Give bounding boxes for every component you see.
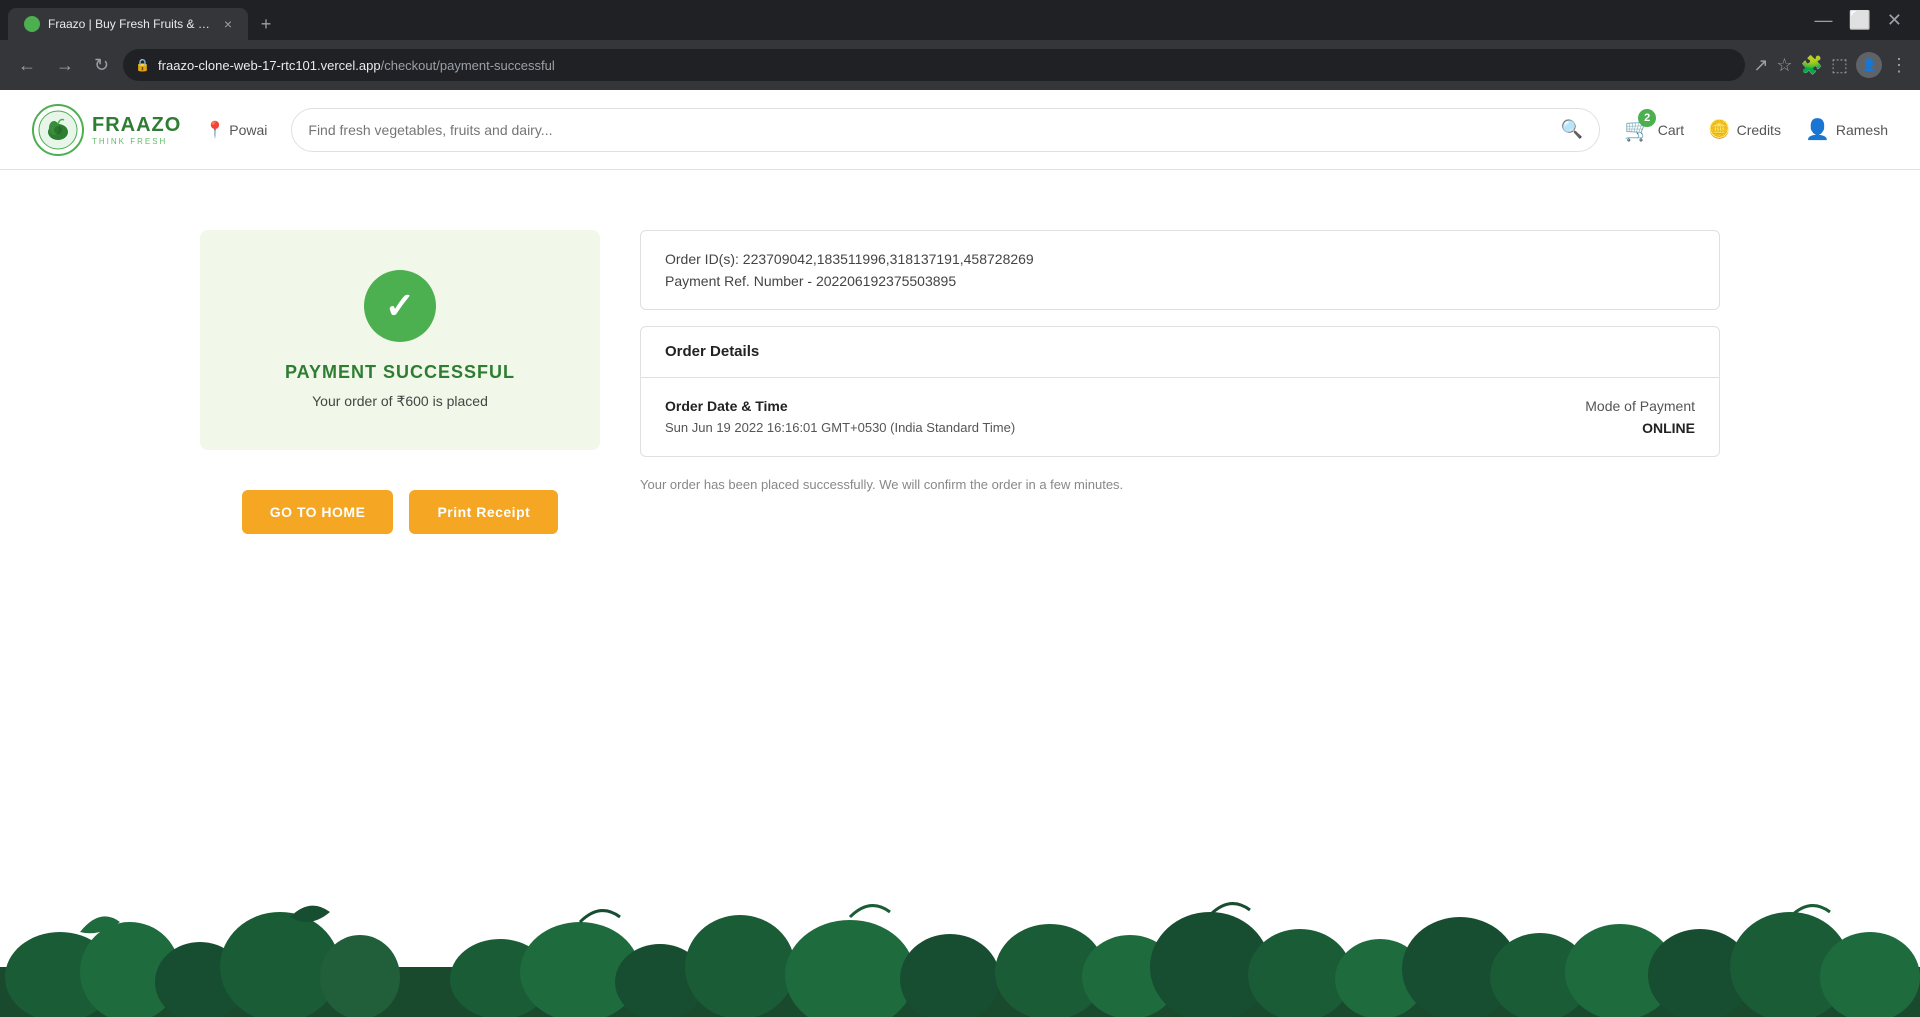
order-id-box: Order ID(s): 223709042,183511996,3181371… (640, 230, 1720, 310)
logo-brand: FRAAZO (92, 114, 181, 137)
logo-text-area: FRAAZO THINK FRESH (92, 114, 181, 146)
veggie-footer-svg (0, 887, 1920, 1017)
url-text: fraazo-clone-web-17-rtc101.vercel.app/ch… (158, 58, 555, 73)
new-tab-button[interactable]: + (252, 10, 280, 38)
user-icon: 👤 (1805, 117, 1830, 142)
order-confirmation-text: Your order has been placed successfully.… (640, 473, 1720, 496)
window-controls: — ⬜ ✕ (1808, 8, 1908, 33)
payment-success-subtitle: Your order of ₹600 is placed (312, 393, 488, 410)
order-details-header-text: Order Details (665, 343, 759, 360)
veggie-footer (0, 887, 1920, 1017)
window-maximize-button[interactable]: ⬜ (1842, 8, 1876, 33)
search-icon: 🔍 (1561, 119, 1583, 140)
location-icon: 📍 (205, 120, 225, 140)
action-buttons: GO TO HOME Print Receipt (242, 490, 559, 534)
cart-label: Cart (1658, 122, 1684, 138)
search-bar[interactable]: 🔍 (291, 108, 1600, 152)
print-receipt-button[interactable]: Print Receipt (409, 490, 558, 534)
tab-close-icon[interactable]: × (224, 16, 232, 32)
refresh-button[interactable]: ↻ (88, 51, 115, 80)
logo-area: FRAAZO THINK FRESH (32, 104, 181, 156)
browser-tabs-row: Fraazo | Buy Fresh Fruits & Vegita × + —… (0, 0, 1920, 40)
browser-profile-avatar[interactable]: 👤 (1856, 52, 1882, 78)
window-close-button[interactable]: ✕ (1881, 8, 1908, 33)
order-date-value: Sun Jun 19 2022 16:16:01 GMT+0530 (India… (665, 420, 1015, 435)
payment-mode-value: ONLINE (1585, 420, 1695, 436)
payment-ref-text: Payment Ref. Number - 202206192375503895 (665, 273, 1695, 289)
credits-button[interactable]: 🪙 Credits (1708, 119, 1781, 140)
cart-button[interactable]: 2 🛒 Cart (1624, 117, 1684, 143)
logo-circle (32, 104, 84, 156)
credits-icon: 🪙 (1708, 119, 1730, 140)
checkmark-icon: ✓ (385, 285, 415, 327)
search-input[interactable] (308, 122, 1553, 138)
payment-success-title: PAYMENT SUCCESSFUL (285, 362, 515, 383)
go-to-home-button[interactable]: GO TO HOME (242, 490, 394, 534)
nav-actions: 2 🛒 Cart 🪙 Credits 👤 Ramesh (1624, 117, 1888, 143)
success-card: ✓ PAYMENT SUCCESSFUL Your order of ₹600 … (200, 230, 600, 450)
left-section: ✓ PAYMENT SUCCESSFUL Your order of ₹600 … (200, 230, 600, 534)
logo-inner (34, 106, 82, 154)
location-text: Powai (229, 122, 267, 138)
app-wrapper: FRAAZO THINK FRESH 📍 Powai 🔍 2 🛒 Cart 🪙 … (0, 90, 1920, 1017)
payment-mode-section: Mode of Payment ONLINE (1585, 398, 1695, 436)
order-date-section: Order Date & Time Sun Jun 19 2022 16:16:… (665, 398, 1015, 435)
payment-mode-label: Mode of Payment (1585, 398, 1695, 414)
share-icon[interactable]: ↗ (1753, 55, 1768, 76)
sidebar-toggle-icon[interactable]: ⬚ (1831, 55, 1848, 76)
order-id-text: Order ID(s): 223709042,183511996,3181371… (665, 251, 1695, 267)
order-details-header: Order Details (641, 327, 1719, 378)
logo-tagline: THINK FRESH (92, 137, 181, 146)
browser-tab[interactable]: Fraazo | Buy Fresh Fruits & Vegita × (8, 8, 248, 40)
fraazo-logo-svg (38, 110, 78, 150)
order-details-box: Order Details Order Date & Time Sun Jun … (640, 326, 1720, 457)
lock-icon: 🔒 (135, 58, 150, 72)
user-button[interactable]: 👤 Ramesh (1805, 117, 1888, 142)
back-button[interactable]: ← (12, 51, 42, 80)
app-header: FRAAZO THINK FRESH 📍 Powai 🔍 2 🛒 Cart 🪙 … (0, 90, 1920, 170)
user-label: Ramesh (1836, 122, 1888, 138)
order-date-label: Order Date & Time (665, 398, 1015, 414)
window-minimize-button[interactable]: — (1808, 8, 1838, 33)
cart-badge: 2 (1638, 109, 1656, 127)
toolbar-actions: ↗ ☆ 🧩 ⬚ 👤 ⋮ (1753, 52, 1908, 78)
bookmark-icon[interactable]: ☆ (1776, 55, 1792, 76)
address-bar[interactable]: 🔒 fraazo-clone-web-17-rtc101.vercel.app/… (123, 49, 1745, 81)
tab-favicon (24, 16, 40, 32)
credits-label: Credits (1737, 122, 1781, 138)
browser-menu-icon[interactable]: ⋮ (1890, 55, 1908, 76)
main-content: ✓ PAYMENT SUCCESSFUL Your order of ₹600 … (0, 170, 1920, 594)
forward-button[interactable]: → (50, 51, 80, 80)
success-icon-circle: ✓ (364, 270, 436, 342)
tab-title: Fraazo | Buy Fresh Fruits & Vegita (48, 17, 216, 31)
browser-toolbar: ← → ↻ 🔒 fraazo-clone-web-17-rtc101.verce… (0, 40, 1920, 90)
extensions-icon[interactable]: 🧩 (1801, 55, 1823, 76)
location-area[interactable]: 📍 Powai (205, 120, 267, 140)
order-details-section: Order ID(s): 223709042,183511996,3181371… (640, 230, 1720, 496)
order-details-body: Order Date & Time Sun Jun 19 2022 16:16:… (641, 378, 1719, 456)
